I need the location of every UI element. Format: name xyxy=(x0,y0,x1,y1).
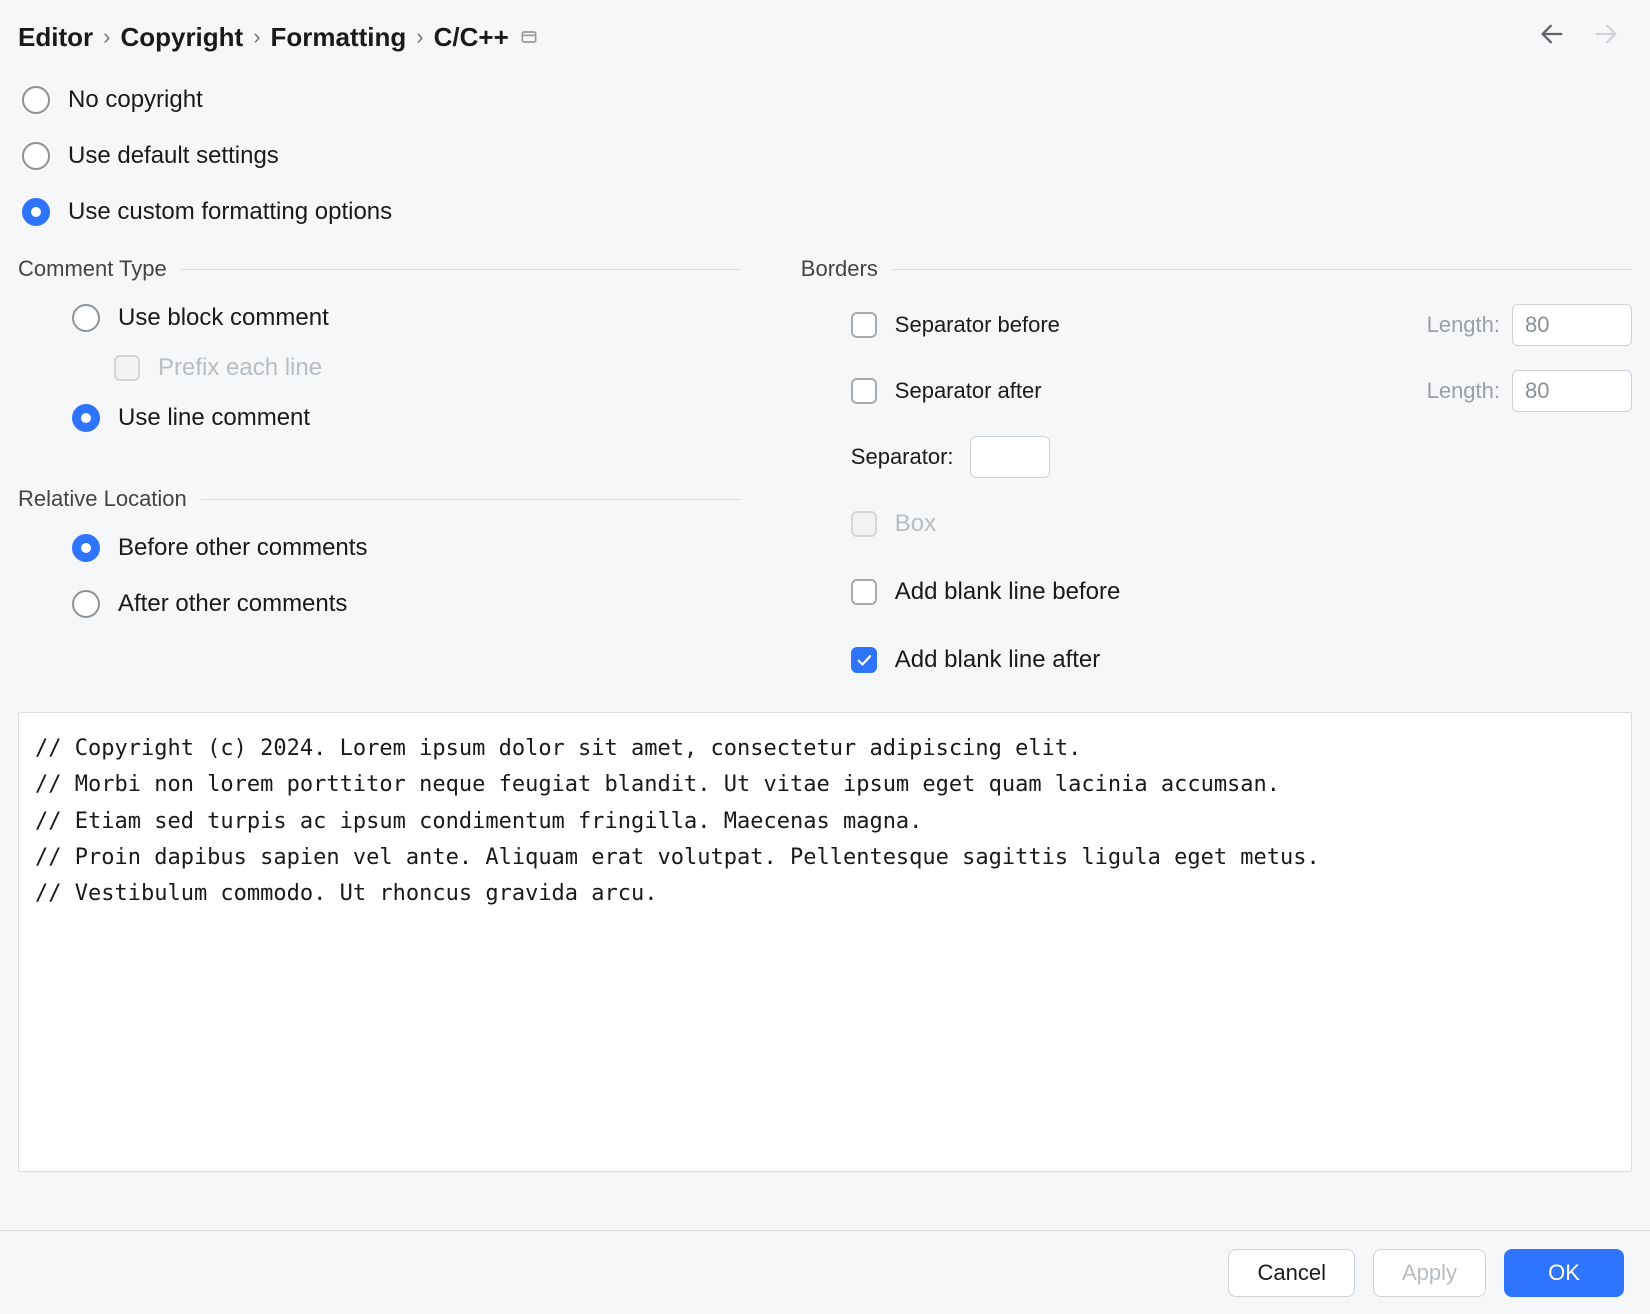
breadcrumb-item[interactable]: Editor xyxy=(18,22,93,53)
breadcrumb: Editor › Copyright › Formatting › C/C++ xyxy=(18,22,539,53)
radio-after-other-comments[interactable]: After other comments xyxy=(68,576,741,632)
radio-label: Use block comment xyxy=(118,304,329,332)
breadcrumb-item[interactable]: Copyright xyxy=(120,22,243,53)
checkbox-icon xyxy=(851,378,877,404)
ok-button[interactable]: OK xyxy=(1504,1249,1624,1297)
divider xyxy=(181,269,741,270)
collapse-icon[interactable] xyxy=(519,27,539,47)
checkbox-icon xyxy=(851,312,877,338)
section-relative-location: Relative Location Before other comments … xyxy=(18,446,741,632)
breadcrumb-item[interactable]: C/C++ xyxy=(434,22,509,53)
radio-label: Use line comment xyxy=(118,404,310,432)
radio-label: Before other comments xyxy=(118,534,367,562)
radio-icon xyxy=(72,590,100,618)
radio-label: No copyright xyxy=(68,86,203,114)
radio-no-copyright[interactable]: No copyright xyxy=(18,72,1632,128)
checkbox-label: Add blank line before xyxy=(895,578,1121,606)
check-prefix-each-line: Prefix each line xyxy=(68,346,741,390)
chevron-right-icon: › xyxy=(253,24,260,50)
divider xyxy=(892,269,1632,270)
radio-before-other-comments[interactable]: Before other comments xyxy=(68,520,741,576)
check-separator-before[interactable]: Separator before Length: xyxy=(851,304,1632,346)
check-blank-line-before[interactable]: Add blank line before xyxy=(851,570,1632,614)
radio-icon xyxy=(72,534,100,562)
separator-before-length-input[interactable] xyxy=(1512,304,1632,346)
radio-icon xyxy=(22,86,50,114)
breadcrumb-item[interactable]: Formatting xyxy=(271,22,407,53)
checkbox-icon xyxy=(851,647,877,673)
chevron-right-icon: › xyxy=(416,24,423,50)
radio-icon xyxy=(22,198,50,226)
length-label: Length: xyxy=(1427,312,1500,338)
checkbox-label: Separator before xyxy=(895,312,1060,338)
checkbox-icon xyxy=(851,511,877,537)
separator-char-input[interactable] xyxy=(970,436,1050,478)
radio-use-custom[interactable]: Use custom formatting options xyxy=(18,184,1632,240)
cancel-button[interactable]: Cancel xyxy=(1228,1249,1354,1297)
section-title: Borders xyxy=(801,256,878,282)
check-box: Box xyxy=(851,502,1632,546)
divider xyxy=(201,499,741,500)
section-title: Relative Location xyxy=(18,486,187,512)
radio-label: Use custom formatting options xyxy=(68,198,392,226)
forward-arrow-icon xyxy=(1592,20,1620,54)
checkbox-icon xyxy=(114,355,140,381)
checkbox-label: Separator after xyxy=(895,378,1042,404)
checkbox-icon xyxy=(851,579,877,605)
check-separator-after[interactable]: Separator after Length: xyxy=(851,370,1632,412)
separator-label: Separator: xyxy=(851,444,954,470)
radio-icon xyxy=(72,404,100,432)
preview-pane: // Copyright (c) 2024. Lorem ipsum dolor… xyxy=(18,712,1632,1172)
section-title: Comment Type xyxy=(18,256,167,282)
back-arrow-icon[interactable] xyxy=(1538,20,1566,54)
checkbox-label: Prefix each line xyxy=(158,354,322,382)
radio-icon xyxy=(22,142,50,170)
nav-arrows xyxy=(1538,20,1630,54)
apply-button: Apply xyxy=(1373,1249,1486,1297)
header: Editor › Copyright › Formatting › C/C++ xyxy=(18,18,1632,72)
checkbox-label: Box xyxy=(895,510,936,538)
section-comment-type: Comment Type Use block comment Prefix ea… xyxy=(18,240,741,446)
radio-icon xyxy=(72,304,100,332)
section-borders: Borders Separator before Length: xyxy=(801,240,1632,682)
separator-after-length-input[interactable] xyxy=(1512,370,1632,412)
length-label: Length: xyxy=(1427,378,1500,404)
chevron-right-icon: › xyxy=(103,24,110,50)
radio-block-comment[interactable]: Use block comment xyxy=(68,290,741,346)
checkbox-label: Add blank line after xyxy=(895,646,1100,674)
check-blank-line-after[interactable]: Add blank line after xyxy=(851,638,1632,682)
radio-label: Use default settings xyxy=(68,142,279,170)
footer: Cancel Apply OK xyxy=(0,1230,1650,1314)
radio-label: After other comments xyxy=(118,590,347,618)
radio-use-default[interactable]: Use default settings xyxy=(18,128,1632,184)
radio-line-comment[interactable]: Use line comment xyxy=(68,390,741,446)
separator-char-row: Separator: xyxy=(851,436,1632,478)
